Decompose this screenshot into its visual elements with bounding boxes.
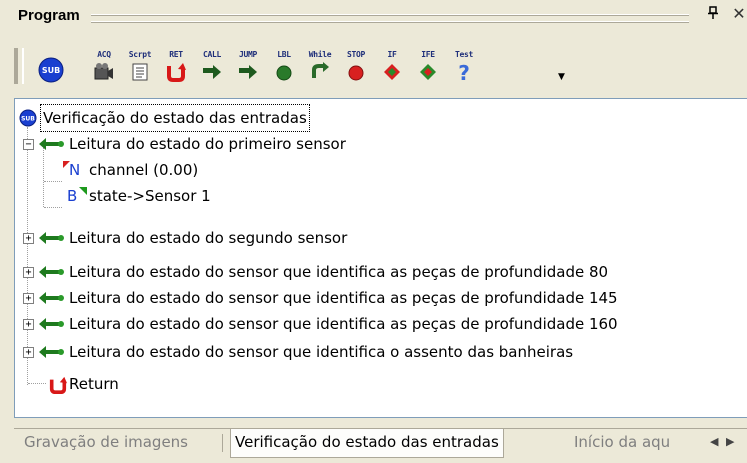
- return-icon: [49, 376, 67, 394]
- expand-toggle[interactable]: +: [23, 293, 34, 304]
- child-marker-b: B: [67, 187, 78, 205]
- if-button[interactable]: IF: [374, 42, 410, 88]
- stop-icon: [348, 65, 364, 81]
- panel-title-bar[interactable]: Program ✕: [0, 0, 747, 36]
- tree-child-label: channel (0.00): [89, 161, 199, 179]
- expand-toggle[interactable]: +: [23, 233, 34, 244]
- call-arrow-icon: [39, 266, 64, 278]
- tree-item-label: Leitura do estado do primeiro sensor: [69, 135, 346, 153]
- toolbar-grip[interactable]: [14, 48, 24, 84]
- tree-child-label: state->Sensor 1: [89, 187, 211, 205]
- toolbar-overflow-icon[interactable]: ▼: [558, 72, 568, 82]
- call-arrow-icon: [39, 138, 64, 150]
- test-button[interactable]: Test ?: [446, 42, 482, 88]
- ret-button[interactable]: RET: [158, 42, 194, 88]
- lbl-button[interactable]: LBL: [266, 42, 302, 88]
- label-icon: [276, 65, 292, 81]
- camera-icon: [94, 63, 113, 80]
- call-arrow-icon: [39, 232, 64, 244]
- scroll-left-icon[interactable]: ◀: [710, 435, 718, 448]
- expand-toggle[interactable]: +: [23, 319, 34, 330]
- tab-verificacao-do-estado[interactable]: Verificação do estado das entradas: [230, 429, 504, 458]
- sub-button[interactable]: SUB: [32, 42, 68, 88]
- tree-item-label: Leitura do estado do sensor que identifi…: [69, 315, 618, 333]
- toolbar: SUB ACQ Scrpt RET CALL JUMP LBL While ST…: [14, 42, 574, 90]
- call-arrow-icon: [39, 318, 64, 330]
- sub-icon: SUB: [19, 109, 37, 127]
- tree-root-label: Verificação do estado das entradas: [40, 104, 310, 132]
- output-b-icon: [79, 187, 87, 195]
- test-icon: ?: [458, 62, 470, 82]
- program-tree[interactable]: SUB Verificação do estado das entradas −…: [14, 98, 747, 418]
- tree-item-label: Leitura do estado do segundo sensor: [69, 229, 348, 247]
- close-icon[interactable]: ✕: [731, 5, 747, 23]
- if-icon: [384, 64, 400, 80]
- program-panel: Program ✕ SUB ACQ Scrpt RET CALL JUMP LB…: [0, 0, 747, 463]
- script-button[interactable]: Scrpt: [122, 42, 158, 88]
- tree-line: [28, 383, 46, 384]
- jump-button[interactable]: JUMP: [230, 42, 266, 88]
- stop-button[interactable]: STOP: [338, 42, 374, 88]
- tab-separator: [222, 434, 223, 452]
- jump-icon: [239, 65, 257, 79]
- svg-text:?: ?: [458, 62, 470, 82]
- title-grip: [91, 14, 689, 23]
- tree-item-label: Leitura do estado do sensor que identifi…: [69, 289, 618, 307]
- call-arrow-icon: [39, 292, 64, 304]
- call-icon: [203, 65, 221, 79]
- svg-text:SUB: SUB: [42, 66, 60, 75]
- panel-title: Program: [18, 7, 80, 24]
- tree-line: [44, 181, 62, 182]
- tree-item-label: Leitura do estado do sensor que identifi…: [69, 263, 609, 281]
- document-tabs: Gravação de imagens Verificação do estad…: [14, 428, 747, 459]
- sub-icon: SUB: [38, 57, 64, 83]
- tree-line: [43, 147, 44, 207]
- tab-gravacao-de-imagens[interactable]: Gravação de imagens: [18, 429, 194, 457]
- while-icon: [312, 62, 329, 78]
- tree-item-label: Leitura do estado do sensor que identifi…: [69, 343, 574, 361]
- ife-icon: [420, 64, 436, 80]
- svg-text:SUB: SUB: [21, 116, 35, 123]
- child-marker-n: N: [69, 161, 81, 179]
- acq-button[interactable]: ACQ: [86, 42, 122, 88]
- ife-button[interactable]: IFE: [410, 42, 446, 88]
- while-button[interactable]: While: [302, 42, 338, 88]
- pin-icon[interactable]: [705, 6, 721, 24]
- tab-inicio-da-aquisicao[interactable]: Início da aqu: [568, 429, 676, 457]
- return-label: Return: [69, 375, 119, 393]
- call-button[interactable]: CALL: [194, 42, 230, 88]
- return-icon: [167, 63, 186, 82]
- call-arrow-icon: [39, 346, 64, 358]
- expand-toggle[interactable]: +: [23, 267, 34, 278]
- expand-toggle[interactable]: +: [23, 347, 34, 358]
- tree-line: [44, 207, 62, 208]
- script-icon: [132, 63, 148, 81]
- scroll-right-icon[interactable]: ▶: [726, 435, 734, 448]
- collapse-toggle[interactable]: −: [23, 139, 34, 150]
